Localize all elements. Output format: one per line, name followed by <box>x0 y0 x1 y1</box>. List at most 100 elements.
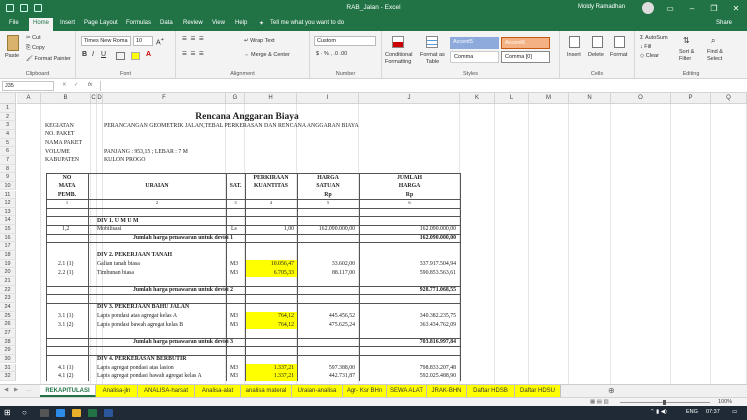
info-value[interactable]: PANJANG : 953,15 ; LEBAR : 7 M <box>104 148 434 156</box>
row-header-30[interactable]: 30 <box>0 354 16 364</box>
header-uraian[interactable]: URAIAN <box>88 182 226 190</box>
paste-icon[interactable] <box>7 35 19 51</box>
select-all-corner[interactable] <box>0 93 16 104</box>
item-price[interactable]: 442.731,87 <box>297 372 355 380</box>
row-header-9[interactable]: 9 <box>0 173 16 182</box>
item-desc[interactable]: Lapis agregat pondasi bawah agregat kela… <box>97 372 225 380</box>
excel-taskbar-icon[interactable] <box>88 409 97 417</box>
sheet-tab-5[interactable]: analisa materal <box>241 385 292 397</box>
currency-percent-icons[interactable]: $ · % , .0 .00 <box>316 51 347 57</box>
zoom-level[interactable]: 100% <box>718 399 732 405</box>
item-total[interactable]: 162.090.000,00 <box>359 225 456 233</box>
division-title[interactable]: DIV 3. PEKERJAAN BAHU JALAN <box>97 303 225 311</box>
row-header-6[interactable]: 6 <box>0 147 16 156</box>
delete-cells-button[interactable]: Delete <box>588 52 604 58</box>
style-comma[interactable]: Comma <box>450 51 499 63</box>
more-sheets-icon[interactable]: … <box>26 387 32 393</box>
row-header-7[interactable]: 7 <box>0 155 16 165</box>
align-left-icons[interactable]: ☰ ☰ ☰ <box>182 51 205 57</box>
format-as-table-button[interactable]: Format as <box>420 52 445 58</box>
info-label[interactable]: KEGIATAN <box>45 122 105 130</box>
item-no[interactable]: 3.1 (1) <box>58 312 88 320</box>
division-sum[interactable]: 162.090.000,00 <box>359 234 456 242</box>
item-total[interactable]: 592.025.488,90 <box>359 372 456 380</box>
cancel-icon[interactable]: ✕ <box>62 82 67 88</box>
division-sum[interactable]: 928.771.068,55 <box>359 286 456 294</box>
item-unit[interactable]: M3 <box>230 364 246 372</box>
sort-filter-sub[interactable]: Filter <box>679 56 691 62</box>
row-header-4[interactable]: 4 <box>0 129 16 139</box>
menu-review[interactable]: Review <box>183 20 203 26</box>
sort-filter-button[interactable]: Sort & <box>679 49 694 55</box>
col-header-F[interactable]: F <box>103 93 226 104</box>
info-label[interactable]: NAMA PAKET <box>45 139 105 147</box>
item-no[interactable]: 2.1 (1) <box>58 260 88 268</box>
search-icon[interactable]: ○ <box>22 408 27 417</box>
grow-font-icon[interactable]: A+ <box>156 37 164 46</box>
row-header-14[interactable]: 14 <box>0 216 16 226</box>
info-value[interactable] <box>104 139 434 147</box>
col-header-G[interactable]: G <box>226 93 245 104</box>
division-title[interactable]: DIV 1. U M U M <box>97 217 225 225</box>
row-header-16[interactable]: 16 <box>0 233 16 243</box>
row-header-26[interactable]: 26 <box>0 320 16 329</box>
item-qty[interactable]: 1.337,21 <box>245 372 294 380</box>
sheet-tab-1[interactable]: REKAPITULASI <box>40 385 96 397</box>
menu-view[interactable]: View <box>212 20 225 26</box>
item-desc[interactable]: Lapis pondasi atas agregat kelas A <box>97 312 225 320</box>
close-icon[interactable]: ✕ <box>725 0 747 17</box>
info-value[interactable]: KULON PROGO <box>104 156 434 164</box>
task-view-icon[interactable] <box>40 409 49 417</box>
menu-help[interactable]: Help <box>235 20 247 26</box>
header-sat[interactable]: SAT. <box>226 182 245 190</box>
item-qty[interactable]: 764,12 <box>245 321 294 329</box>
header-no[interactable]: PEMB. <box>46 191 88 199</box>
windows-start-icon[interactable]: ⊞ <box>4 408 11 417</box>
number-format-select[interactable]: Custom <box>314 36 376 46</box>
formula-input[interactable] <box>100 81 740 91</box>
user-name[interactable]: Moldy Ramadhan <box>578 4 625 10</box>
share-button[interactable]: Share <box>716 20 732 26</box>
clock[interactable]: 07:37 <box>706 409 720 415</box>
col-header-N[interactable]: N <box>569 93 611 104</box>
find-select-sub[interactable]: Select <box>707 56 722 62</box>
item-unit[interactable]: M3 <box>230 321 246 329</box>
item-unit[interactable]: Ls <box>231 225 245 233</box>
merge-center-button[interactable]: ⇔ Merge & Center <box>244 52 290 58</box>
header-qty[interactable]: KUANTITAS <box>245 182 297 190</box>
col-header-B[interactable]: B <box>41 93 91 104</box>
tray-icons[interactable]: ⌃ ▮ ◀) <box>650 409 667 415</box>
col-header-A[interactable]: A <box>17 93 41 104</box>
col-header-M[interactable]: M <box>529 93 569 104</box>
sheet-tab-10[interactable]: Daftar HDSB <box>467 385 515 397</box>
border-icon[interactable] <box>116 52 125 60</box>
row-header-1[interactable]: 1 <box>0 104 16 113</box>
row-header-20[interactable]: 20 <box>0 268 16 277</box>
style-accent6[interactable]: Accent6 <box>501 37 550 49</box>
item-unit[interactable]: M3 <box>230 312 246 320</box>
item-total[interactable]: 337.917.504,94 <box>359 260 456 268</box>
copy-button[interactable]: ⎘ Copy <box>26 45 45 52</box>
col-header-P[interactable]: P <box>671 93 711 104</box>
minimize-icon[interactable]: – <box>681 0 703 17</box>
folder-icon[interactable] <box>72 409 81 417</box>
col-header-H[interactable]: H <box>245 93 297 104</box>
row-header-21[interactable]: 21 <box>0 277 16 286</box>
enter-icon[interactable]: ✓ <box>74 82 79 88</box>
paste-button[interactable]: Paste <box>5 53 19 59</box>
row-header-32[interactable]: 32 <box>0 372 16 381</box>
row-header-15[interactable]: 15 <box>0 225 16 234</box>
col-header-O[interactable]: O <box>611 93 671 104</box>
row-header-27[interactable]: 27 <box>0 328 16 338</box>
division-sum[interactable]: 703.816.997,84 <box>359 338 456 346</box>
word-taskbar-icon[interactable] <box>104 409 113 417</box>
item-desc[interactable]: Timbunan biasa <box>97 269 225 277</box>
item-price[interactable]: 162.090.000,00 <box>297 225 355 233</box>
autosum-button[interactable]: Σ AutoSum <box>640 35 668 41</box>
ribbon-display-icon[interactable]: ▭ <box>659 0 681 17</box>
sheet-tab-9[interactable]: JRAK-BHN <box>427 385 467 397</box>
conditional-formatting-sub[interactable]: Formatting <box>385 59 411 65</box>
sheet-tab-2[interactable]: Analisa-jln <box>96 385 138 397</box>
item-total[interactable]: 590.853.563,61 <box>359 269 456 277</box>
header-no[interactable]: MATA <box>46 182 88 190</box>
